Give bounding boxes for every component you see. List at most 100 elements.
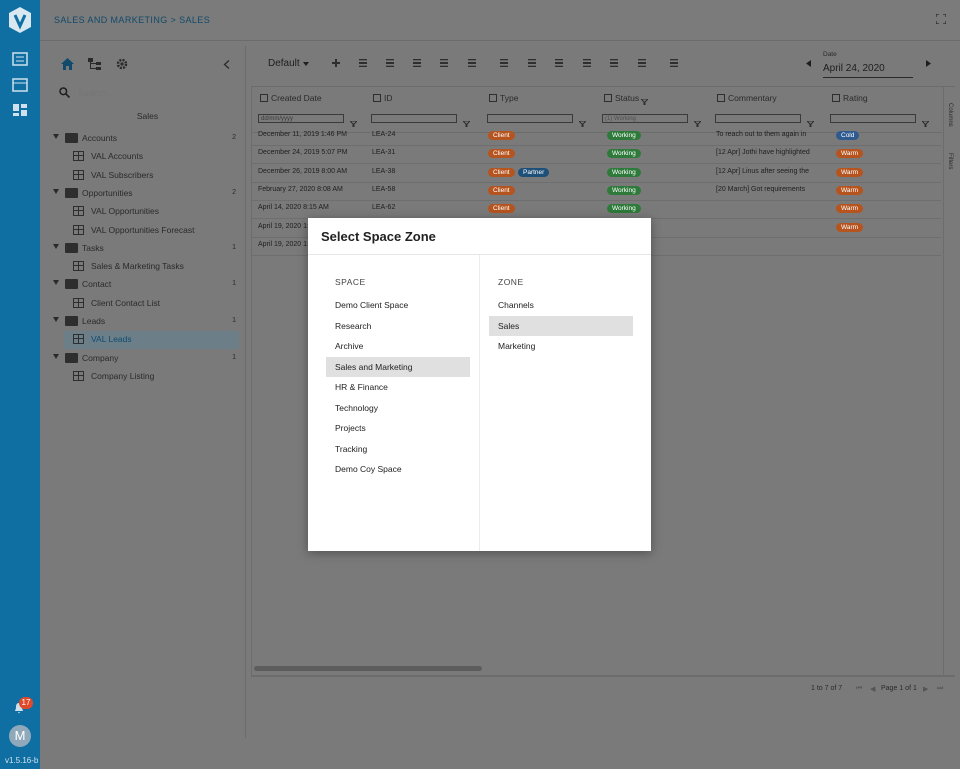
home-icon[interactable] [61, 58, 74, 70]
expand-caret-icon[interactable] [53, 317, 59, 322]
folder-icon [65, 352, 78, 363]
expand-caret-icon[interactable] [53, 353, 59, 359]
tree-item-val-leads[interactable]: VAL Leads [64, 331, 239, 350]
user-avatar[interactable]: M [9, 725, 31, 747]
upload-icon[interactable] [411, 57, 423, 69]
tree-item-opportunities[interactable]: Opportunities 2 [50, 185, 245, 203]
card-icon[interactable] [668, 57, 680, 69]
last-page-icon[interactable]: ⏭ [937, 685, 943, 693]
dollar-icon[interactable] [526, 57, 538, 69]
space-option-tracking[interactable]: Tracking [326, 439, 470, 459]
table-row[interactable]: February 27, 2020 8:08 AM LEA-58 Client Wor… [251, 182, 941, 201]
settings-gear-icon[interactable] [116, 58, 128, 70]
app-logo-icon[interactable] [8, 7, 32, 33]
created-date-cell: February 27, 2020 8:08 AM [258, 185, 343, 193]
dashboard-icon[interactable] [12, 103, 28, 117]
percent-icon[interactable] [553, 57, 565, 69]
tree-item-sales-marketing-tasks[interactable]: Sales & Marketing Tasks [50, 258, 245, 276]
space-option-demo-coy-space[interactable]: Demo Coy Space [326, 459, 470, 479]
view-selector[interactable]: Default [268, 58, 300, 69]
add-icon[interactable] [330, 57, 342, 69]
column-filter-created-date[interactable]: dd/mm/yyyy [258, 114, 344, 123]
column-header-id[interactable]: ID [384, 93, 393, 103]
previous-date-icon[interactable] [806, 60, 812, 67]
tree-item-val-subscribers[interactable]: VAL Subscribers [50, 167, 245, 185]
column-header-commentary[interactable]: Commentary [728, 93, 777, 103]
app-rail: 17 M v1.5.16-b [0, 0, 40, 769]
list-column-icon [489, 94, 497, 102]
table-row[interactable]: December 24, 2019 5:07 PM LEA-31 Client Wor… [251, 145, 941, 165]
column-header-status[interactable]: Status [615, 93, 639, 103]
columns-side-tab[interactable]: Columns [945, 103, 953, 127]
expand-caret-icon[interactable] [53, 134, 59, 139]
expand-caret-icon[interactable] [53, 280, 59, 286]
tree-item-contact[interactable]: Contact 1 [50, 276, 245, 294]
tree-item-label: VAL Subscribers [91, 169, 154, 180]
column-header-type[interactable]: Type [500, 93, 518, 103]
reports-icon[interactable] [12, 52, 28, 66]
text-icon[interactable] [636, 57, 648, 69]
zone-option-marketing[interactable]: Marketing [489, 336, 633, 356]
status-filter-active-icon[interactable] [639, 94, 650, 108]
tree-item-tasks[interactable]: Tasks 1 [50, 240, 245, 258]
date-input[interactable]: April 24, 2020 [823, 63, 913, 78]
table-row[interactable]: April 14, 2020 8:15 AM LEA-62 Client Workin… [251, 200, 941, 220]
tree-item-val-accounts[interactable]: VAL Accounts [50, 148, 245, 166]
fullscreen-icon[interactable] [936, 14, 946, 24]
align-icon[interactable] [498, 57, 510, 69]
filters-side-tab[interactable]: Filters [945, 153, 953, 169]
status-badge: Working [607, 131, 641, 140]
column-header-created-date[interactable]: Created Date [271, 93, 322, 103]
tree-item-val-opportunities-forecast[interactable]: VAL Opportunities Forecast [50, 222, 245, 240]
column-filter-rating[interactable] [830, 114, 916, 123]
tree-item-count: 1 [232, 243, 236, 251]
link-icon[interactable] [466, 57, 478, 69]
column-header-rating[interactable]: Rating [843, 93, 868, 103]
space-option-demo-client-space[interactable]: Demo Client Space [326, 295, 470, 315]
zone-option-sales[interactable]: Sales [489, 315, 633, 336]
tree-item-val-opportunities[interactable]: VAL Opportunities [50, 203, 245, 221]
next-page-icon[interactable]: ▶ [923, 685, 928, 693]
tree-item-accounts[interactable]: Accounts 2 [50, 130, 245, 148]
space-option-research[interactable]: Research [326, 316, 470, 336]
column-filter-status[interactable]: (1) Working [602, 114, 688, 123]
expand-caret-icon[interactable] [53, 188, 59, 194]
space-option-hr-finance[interactable]: HR & Finance [326, 377, 470, 397]
column-filter-type[interactable] [487, 114, 573, 123]
tree-item-client-contact-list[interactable]: Client Contact List [50, 295, 245, 313]
space-option-projects[interactable]: Projects [326, 418, 470, 438]
tree-item-label: Accounts [82, 133, 117, 143]
space-option-technology[interactable]: Technology [326, 398, 470, 418]
commentary-cell: [20 March] Got requirements [716, 185, 806, 193]
tree-item-company[interactable]: Company 1 [50, 350, 245, 368]
tables-icon[interactable] [12, 78, 28, 92]
refresh-icon[interactable] [357, 57, 369, 69]
horizontal-scrollbar[interactable] [254, 666, 482, 671]
expand-caret-icon[interactable] [53, 243, 59, 249]
tree-item-leads[interactable]: Leads 1 [50, 313, 245, 331]
rows-icon[interactable] [581, 57, 593, 69]
tree-item-company-listing[interactable]: Company Listing [50, 368, 245, 386]
tree-item-label: Sales & Marketing Tasks [91, 261, 184, 272]
table-row[interactable]: December 26, 2019 8:00 AM LEA-38 Client Par… [251, 164, 941, 183]
add-row-icon[interactable] [608, 57, 620, 69]
copy-icon[interactable] [438, 57, 450, 69]
download-icon[interactable] [384, 57, 396, 69]
collapse-chevron-icon[interactable] [223, 60, 230, 69]
search-input[interactable] [78, 86, 228, 100]
column-filter-commentary[interactable] [715, 114, 801, 123]
space-option-archive[interactable]: Archive [326, 336, 470, 356]
column-filter-id[interactable] [371, 114, 457, 123]
space-option-sales-and-marketing[interactable]: Sales and Marketing [326, 356, 470, 377]
first-page-icon[interactable]: ⏮ [856, 685, 862, 693]
next-date-icon[interactable] [925, 60, 931, 67]
zone-option-channels[interactable]: Channels [489, 295, 633, 315]
date-label: Date [823, 51, 837, 58]
breadcrumb[interactable]: SALES AND MARKETING > SALES [54, 15, 210, 25]
view-dropdown-icon[interactable] [303, 62, 309, 66]
text-column-icon [717, 94, 725, 102]
previous-page-icon[interactable]: ◀ [870, 685, 875, 693]
hierarchy-icon[interactable] [88, 58, 101, 70]
table-row[interactable]: December 11, 2019 1:46 PM LEA-24 Client Wor… [251, 127, 941, 146]
tree-item-label: Company [82, 352, 119, 363]
